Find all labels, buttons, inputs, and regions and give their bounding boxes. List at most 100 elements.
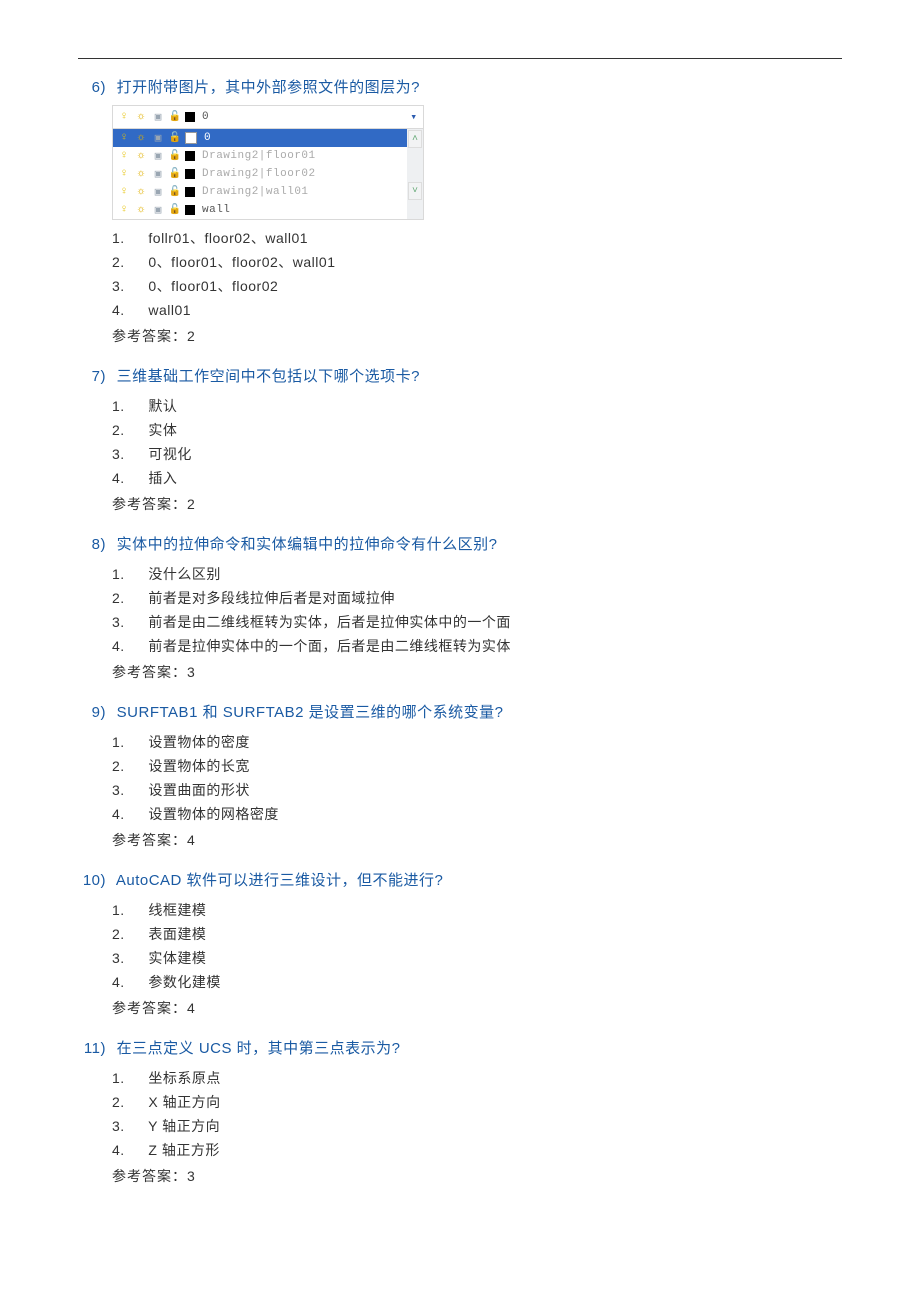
option-text: 前者是对多段线拉伸后者是对面域拉伸	[148, 590, 395, 606]
question-number: 11)	[78, 1038, 106, 1060]
question-text: 三维基础工作空间中不包括以下哪个选项卡?	[117, 368, 420, 385]
answer-label: 参考答案：	[112, 328, 187, 344]
layer-row[interactable]: ♀ ☼ ▣ 🔓 0	[113, 129, 407, 147]
option: 1. 线框建模	[112, 898, 842, 922]
option-text: 前者是由二维线框转为实体，后者是拉伸实体中的一个面	[148, 614, 511, 630]
option: 1. 没什么区别	[112, 562, 842, 586]
option: 3. 设置曲面的形状	[112, 778, 842, 802]
question-number: 7)	[78, 366, 106, 388]
layer-dropdown-header[interactable]: ♀ ☼ ▣ 🔓 0 ▾	[113, 106, 423, 129]
question: 6) 打开附带图片，其中外部参照文件的图层为? ♀ ☼ ▣ 🔓 0 ▾ ♀ ☼ …	[78, 77, 842, 348]
question: 11) 在三点定义 UCS 时，其中第三点表示为? 1. 坐标系原点 2. X …	[78, 1038, 842, 1188]
option: 1. 设置物体的密度	[112, 730, 842, 754]
option: 2. X 轴正方向	[112, 1090, 842, 1114]
option-text: 前者是拉伸实体中的一个面，后者是由二维线框转为实体	[148, 638, 511, 654]
bulb-icon: ♀	[117, 149, 131, 163]
option: 4. 插入	[112, 466, 842, 490]
answer-label: 参考答案：	[112, 664, 187, 680]
sun-icon: ☼	[134, 167, 148, 181]
question-title: 7) 三维基础工作空间中不包括以下哪个选项卡?	[78, 366, 842, 388]
option-number: 4.	[112, 634, 130, 658]
option: 3. 前者是由二维线框转为实体，后者是拉伸实体中的一个面	[112, 610, 842, 634]
layer-row[interactable]: ♀ ☼ ▣ 🔓 Drawing2|floor01	[113, 147, 407, 165]
option: 2. 表面建模	[112, 922, 842, 946]
option: 4. 前者是拉伸实体中的一个面，后者是由二维线框转为实体	[112, 634, 842, 658]
option-list: 1. 没什么区别 2. 前者是对多段线拉伸后者是对面域拉伸 3. 前者是由二维线…	[112, 562, 842, 658]
option-text: 插入	[148, 470, 177, 486]
option-number: 2.	[112, 586, 130, 610]
option: 3. 可视化	[112, 442, 842, 466]
question-title: 10) AutoCAD 软件可以进行三维设计，但不能进行?	[78, 870, 842, 892]
answer-line: 参考答案：2	[112, 492, 842, 516]
layer-name: Drawing2|floor02	[202, 168, 316, 180]
answer-value: 4	[187, 1000, 196, 1016]
option-number: 1.	[112, 1066, 130, 1090]
question-title: 9) SURFTAB1 和 SURFTAB2 是设置三维的哪个系统变量?	[78, 702, 842, 724]
option-text: X 轴正方向	[148, 1094, 220, 1110]
option-number: 3.	[112, 778, 130, 802]
answer-line: 参考答案：4	[112, 996, 842, 1020]
freeze-icon: ▣	[151, 167, 165, 181]
sun-icon: ☼	[134, 131, 148, 145]
question-number: 6)	[78, 77, 106, 99]
color-swatch	[185, 187, 195, 197]
question-text: 打开附带图片，其中外部参照文件的图层为?	[117, 79, 420, 96]
answer-value: 2	[187, 328, 196, 344]
option: 4. 设置物体的网格密度	[112, 802, 842, 826]
option-number: 1.	[112, 226, 130, 250]
layer-name: 0	[202, 111, 209, 123]
question-text: SURFTAB1 和 SURFTAB2 是设置三维的哪个系统变量?	[117, 704, 504, 721]
scroll-down-icon[interactable]: ˅	[408, 182, 422, 200]
option-text: follr01、floor02、wall01	[148, 230, 308, 246]
answer-value: 4	[187, 832, 196, 848]
freeze-icon: ▣	[151, 110, 165, 124]
option-number: 4.	[112, 802, 130, 826]
option-number: 1.	[112, 562, 130, 586]
layer-row[interactable]: ♀ ☼ ▣ 🔓 Drawing2|wall01	[113, 183, 407, 201]
scroll-up-icon[interactable]: ˄	[408, 130, 422, 148]
answer-label: 参考答案：	[112, 832, 187, 848]
option-text: Y 轴正方向	[148, 1118, 220, 1134]
bulb-icon: ♀	[117, 167, 131, 181]
option: 3. 0、floor01、floor02	[112, 274, 842, 298]
question: 7) 三维基础工作空间中不包括以下哪个选项卡? 1. 默认 2. 实体 3. 可…	[78, 366, 842, 516]
question-number: 8)	[78, 534, 106, 556]
answer-label: 参考答案：	[112, 1168, 187, 1184]
lock-icon: 🔓	[168, 185, 182, 199]
option-number: 3.	[112, 610, 130, 634]
option-list: 1. 设置物体的密度 2. 设置物体的长宽 3. 设置曲面的形状 4. 设置物体…	[112, 730, 842, 826]
scrollbar[interactable]: ˄ ˅	[407, 129, 423, 219]
option: 3. 实体建模	[112, 946, 842, 970]
answer-label: 参考答案：	[112, 496, 187, 512]
color-swatch	[185, 205, 195, 215]
lock-icon: 🔓	[168, 203, 182, 217]
freeze-icon: ▣	[151, 131, 165, 145]
layer-name: Drawing2|floor01	[202, 150, 316, 162]
option: 4. wall01	[112, 298, 842, 322]
color-swatch	[185, 132, 197, 144]
option: 2. 0、floor01、floor02、wall01	[112, 250, 842, 274]
option-number: 3.	[112, 274, 130, 298]
option-text: 坐标系原点	[148, 1070, 221, 1086]
option-text: wall01	[148, 302, 191, 318]
option-number: 4.	[112, 1138, 130, 1162]
chevron-down-icon[interactable]: ▾	[410, 110, 419, 124]
question-number: 9)	[78, 702, 106, 724]
option-number: 3.	[112, 442, 130, 466]
option-number: 2.	[112, 1090, 130, 1114]
lock-icon: 🔓	[168, 167, 182, 181]
option-number: 4.	[112, 466, 130, 490]
option-text: 实体	[148, 422, 177, 438]
layer-row[interactable]: ♀ ☼ ▣ 🔓 wall	[113, 201, 407, 219]
option-number: 2.	[112, 418, 130, 442]
option: 1. 坐标系原点	[112, 1066, 842, 1090]
answer-line: 参考答案：3	[112, 1164, 842, 1188]
answer-value: 2	[187, 496, 196, 512]
layer-dropdown[interactable]: ♀ ☼ ▣ 🔓 0 ▾ ♀ ☼ ▣ 🔓 0 ♀ ☼ ▣ 🔓	[112, 105, 424, 220]
layer-row[interactable]: ♀ ☼ ▣ 🔓 Drawing2|floor02	[113, 165, 407, 183]
option-text: 可视化	[148, 446, 192, 462]
option-text: 实体建模	[148, 950, 206, 966]
option-text: 参数化建模	[148, 974, 221, 990]
answer-line: 参考答案：4	[112, 828, 842, 852]
option-text: 设置曲面的形状	[148, 782, 250, 798]
